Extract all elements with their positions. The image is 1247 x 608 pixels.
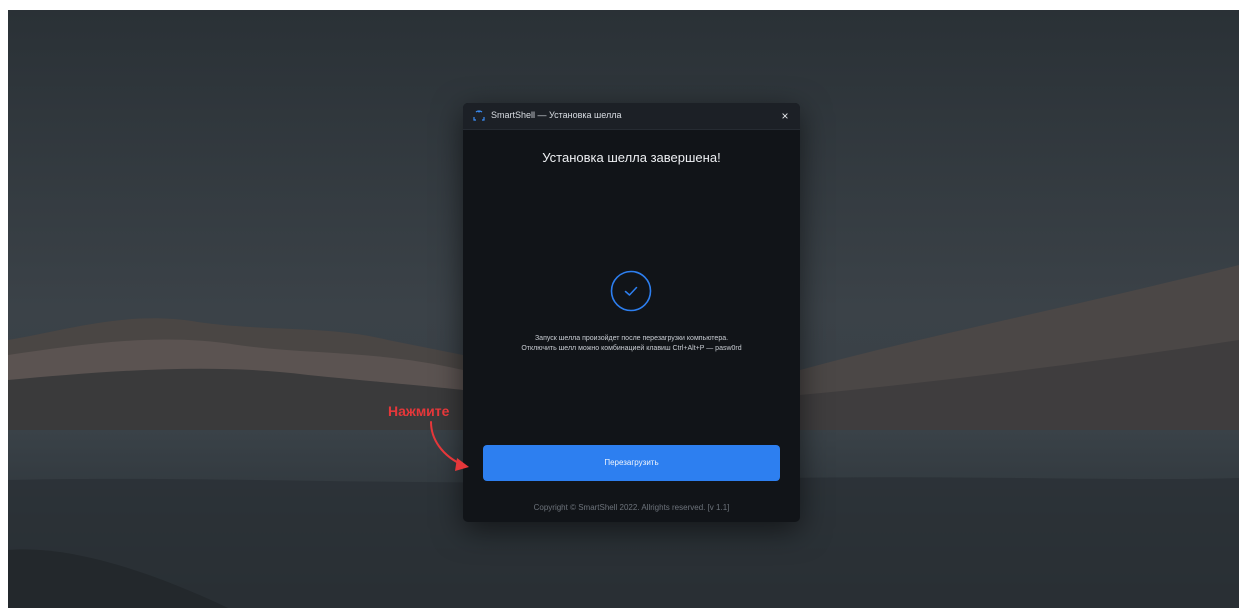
installer-window: SmartShell — Установка шелла × Установка… (463, 103, 800, 522)
info-message-line-1: Запуск шелла произойдет после перезагруз… (534, 335, 729, 342)
desktop-background: SmartShell — Установка шелла × Установка… (8, 10, 1239, 608)
completion-heading: Установка шелла завершена! (542, 150, 721, 165)
info-message-line-2: Отключить шелл можно комбинацией клавиш … (521, 345, 742, 352)
annotation-label: Нажмите (388, 403, 450, 419)
info-message: Запуск шелла произойдет после перезагруз… (463, 334, 800, 354)
reboot-button[interactable]: Перезагрузить (483, 445, 780, 481)
window-title: SmartShell — Установка шелла (491, 110, 622, 120)
window-titlebar: SmartShell — Установка шелла × (463, 103, 800, 130)
close-icon: × (781, 109, 789, 123)
annotation-arrow-icon (430, 421, 469, 471)
check-circle-icon (610, 270, 652, 312)
smartshell-logo-icon (473, 110, 485, 121)
copyright-text: Copyright © SmartShell 2022. Allrights r… (533, 503, 730, 512)
close-button[interactable]: × (776, 107, 794, 125)
